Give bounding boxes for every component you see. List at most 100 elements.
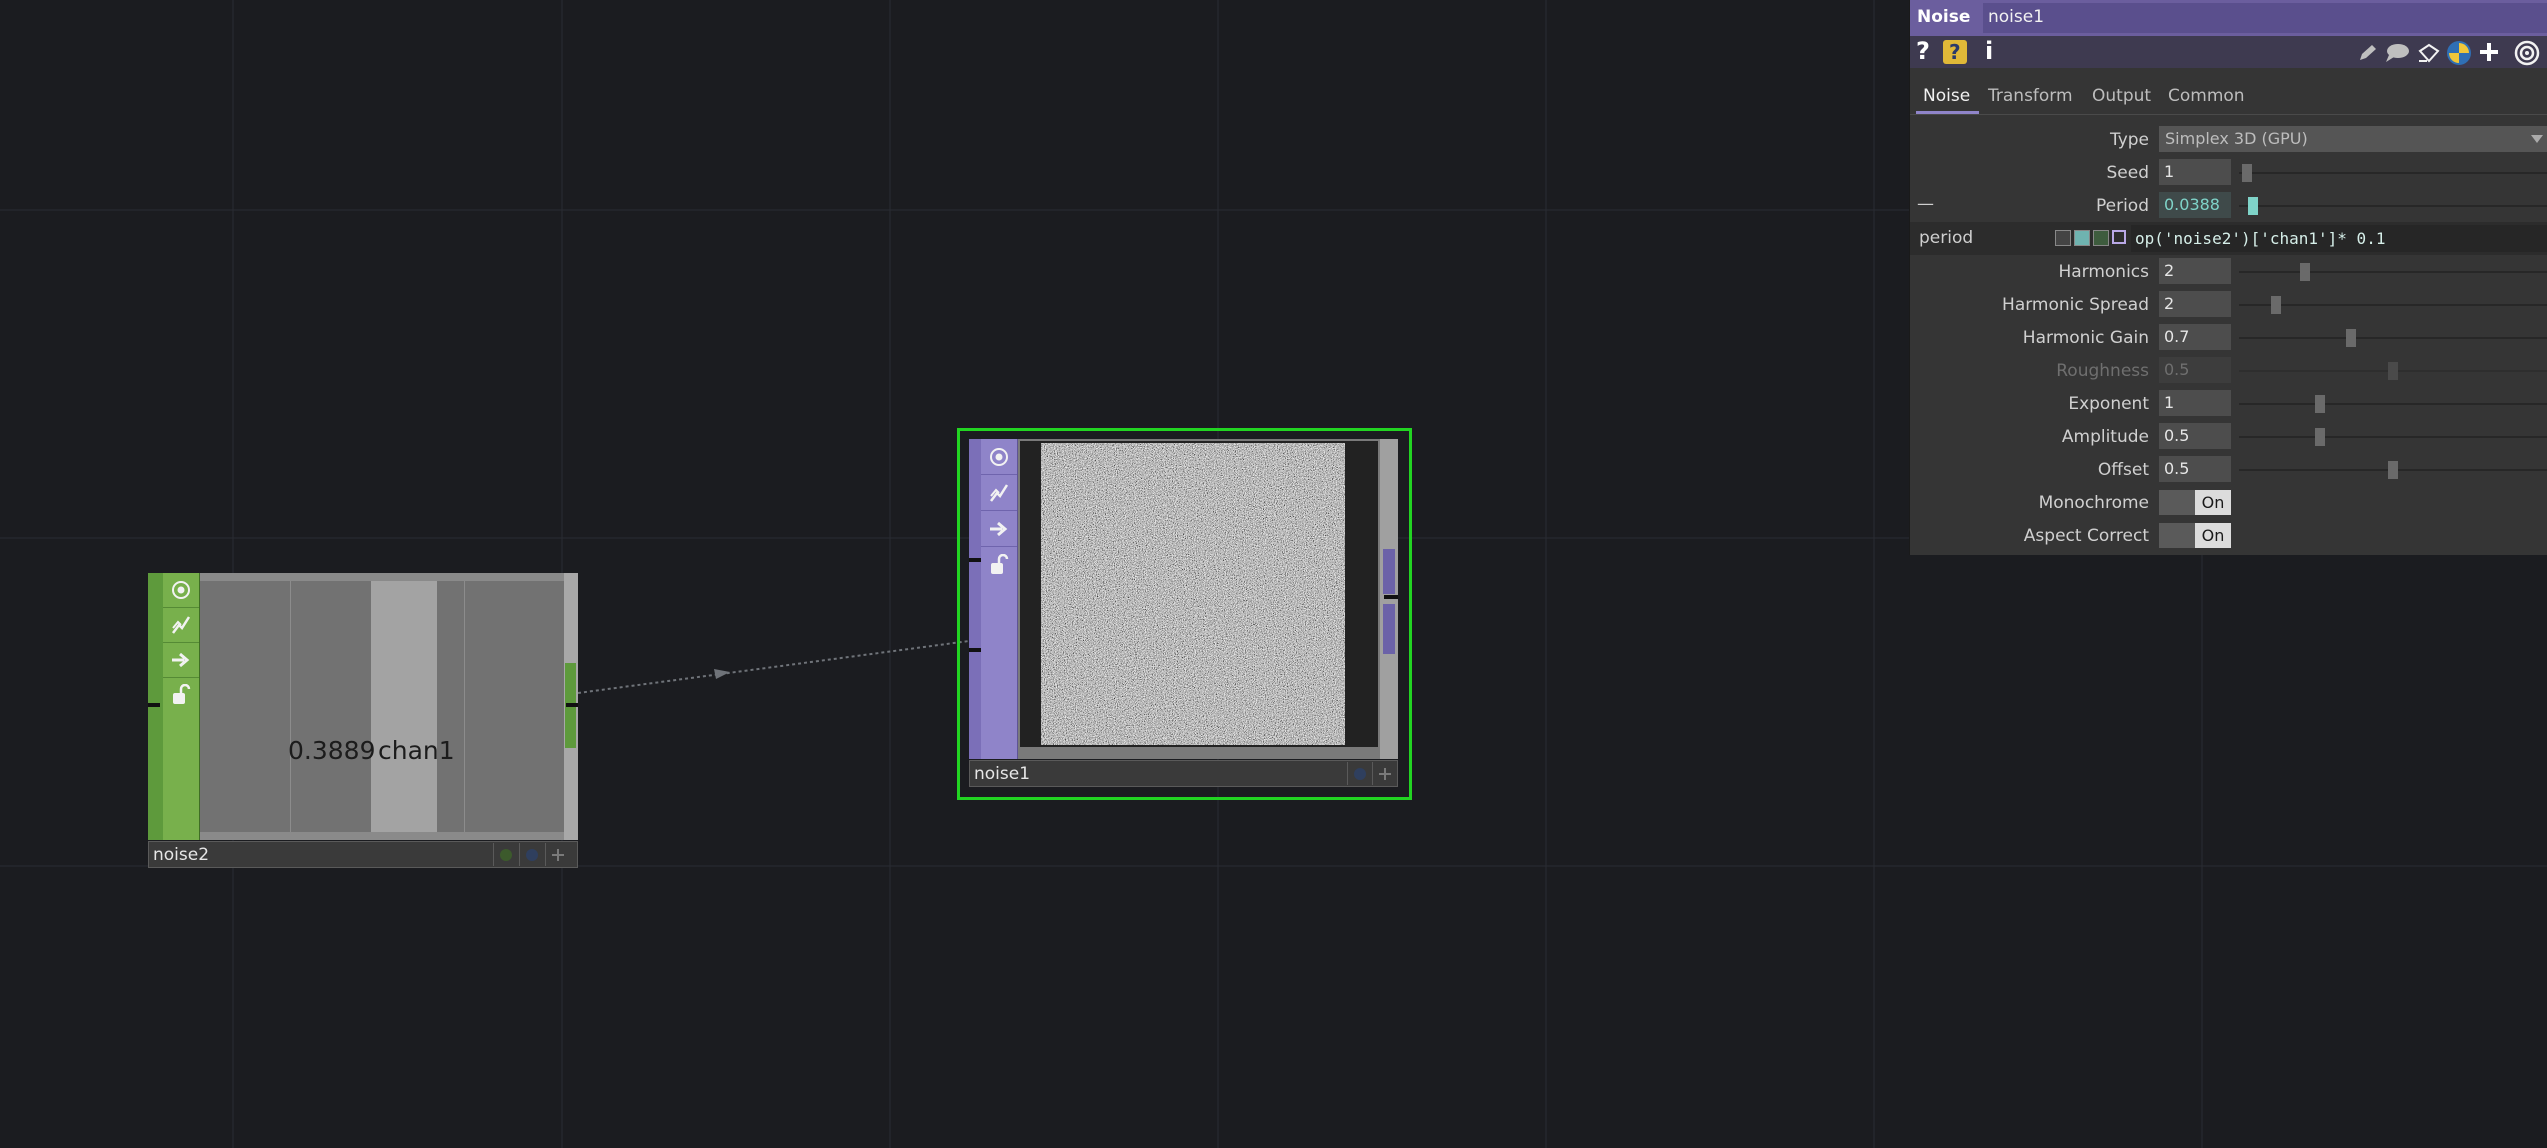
exponent-slider-track[interactable]	[2239, 403, 2547, 405]
param-type: Type Simplex 3D (GPU)	[1910, 123, 2547, 156]
monochrome-toggle[interactable]: On	[2159, 490, 2231, 515]
render-flag-icon[interactable]	[1372, 762, 1397, 785]
tab-transform[interactable]: Transform	[1988, 86, 2073, 106]
param-label: Period	[2095, 196, 2149, 216]
comment-icon[interactable]	[2384, 43, 2410, 63]
node-name[interactable]: noise1	[974, 764, 1030, 784]
output-strip	[1380, 439, 1398, 759]
operator-type: Noise	[1917, 7, 1971, 27]
highlight-band	[371, 581, 437, 832]
lock-icon[interactable]	[163, 678, 199, 712]
python-help-icon[interactable]: ?	[1943, 40, 1967, 64]
noise-image	[1041, 443, 1345, 745]
target-icon[interactable]	[2514, 40, 2540, 66]
help-icon[interactable]: ?	[1916, 37, 1930, 65]
harmonic-spread-slider-track[interactable]	[2239, 304, 2547, 306]
tab-noise[interactable]: Noise	[1923, 86, 1970, 106]
operator-name: noise1	[1988, 7, 2045, 27]
display-icon[interactable]	[519, 843, 544, 866]
harmonic-gain-slider-track[interactable]	[2239, 337, 2547, 339]
harmonic-gain-field[interactable]: 0.7	[2159, 324, 2231, 350]
expression-field[interactable]: op('noise2')['chan1']* 0.1	[2131, 225, 2547, 252]
display-icon[interactable]	[1347, 762, 1372, 785]
clone-icon[interactable]	[2417, 42, 2441, 64]
node-flags	[981, 439, 1018, 759]
harmonics-slider-track[interactable]	[2239, 271, 2547, 273]
amplitude-slider-track[interactable]	[2239, 436, 2547, 438]
cook-icon[interactable]	[163, 608, 199, 643]
collapse-expression-icon[interactable]: —	[1917, 194, 1934, 214]
mode-expression-icon[interactable]	[2074, 230, 2090, 246]
expression-text: op('noise2')['chan1']* 0.1	[2135, 229, 2386, 248]
lock-icon[interactable]	[981, 547, 1017, 582]
harmonics-field[interactable]: 2	[2159, 258, 2231, 284]
offset-slider-handle[interactable]	[2388, 461, 2398, 479]
period-field[interactable]: 0.0388	[2159, 192, 2231, 218]
param-period: — Period 0.0388	[1910, 189, 2547, 222]
bypass-icon[interactable]	[493, 843, 518, 866]
param-label: Amplitude	[2061, 427, 2149, 447]
param-harmonic-gain: Harmonic Gain 0.7	[1910, 321, 2547, 354]
exponent-slider-handle[interactable]	[2315, 395, 2325, 413]
param-exponent: Exponent 1	[1910, 387, 2547, 420]
harmonic-spread-slider-handle[interactable]	[2271, 296, 2281, 314]
harmonic-gain-slider-handle[interactable]	[2346, 329, 2356, 347]
output-connector[interactable]	[566, 703, 578, 707]
render-flag-icon[interactable]	[545, 843, 570, 866]
viewer-icon[interactable]	[163, 573, 199, 608]
export-arrow-icon[interactable]	[981, 511, 1017, 547]
grid-line	[290, 581, 291, 832]
amplitude-slider-handle[interactable]	[2315, 428, 2325, 446]
chop-value: 0.3889	[288, 736, 376, 765]
param-harmonic-spread: Harmonic Spread 2	[1910, 288, 2547, 321]
param-label: Aspect Correct	[2023, 526, 2149, 546]
viewer-icon[interactable]	[981, 439, 1017, 475]
param-label: Offset	[2097, 460, 2149, 480]
node-flags	[163, 573, 200, 840]
period-slider-track[interactable]	[2239, 205, 2547, 207]
type-menu[interactable]: Simplex 3D (GPU)	[2159, 126, 2547, 152]
panel-title-bar: Noise noise1	[1910, 0, 2547, 36]
exponent-field[interactable]: 1	[2159, 390, 2231, 416]
amplitude-field[interactable]: 0.5	[2159, 423, 2231, 449]
node-footer: noise1	[969, 760, 1398, 787]
tab-output[interactable]: Output	[2092, 86, 2151, 106]
input-connector[interactable]	[148, 703, 160, 707]
expression-param-name: period	[1919, 228, 1974, 248]
param-monochrome: Monochrome On	[1910, 486, 2547, 519]
seed-slider-track[interactable]	[2239, 172, 2547, 174]
param-harmonics: Harmonics 2	[1910, 255, 2547, 288]
seed-field[interactable]: 1	[2159, 159, 2231, 185]
parameter-tabs: Noise Transform Output Common	[1910, 78, 2547, 115]
node-name[interactable]: noise2	[153, 845, 209, 865]
noise2-node[interactable]: 0.3889 chan1 noise2	[148, 573, 578, 868]
mode-bind-icon[interactable]	[2112, 230, 2126, 244]
operator-name-field[interactable]: noise1	[1983, 3, 2547, 33]
cook-icon[interactable]	[981, 475, 1017, 511]
tab-common[interactable]: Common	[2168, 86, 2245, 106]
mode-constant-icon[interactable]	[2055, 230, 2071, 246]
input-connector[interactable]	[969, 558, 981, 562]
export-arrow-icon[interactable]	[163, 643, 199, 678]
param-seed: Seed 1	[1910, 156, 2547, 189]
param-offset: Offset 0.5	[1910, 453, 2547, 486]
noise1-node[interactable]: noise1	[957, 428, 1412, 800]
param-label: Type	[2109, 130, 2149, 150]
top-viewer[interactable]	[1018, 439, 1380, 759]
input-connector-2[interactable]	[969, 648, 981, 652]
offset-field[interactable]: 0.5	[2159, 456, 2231, 482]
mode-export-icon[interactable]	[2093, 230, 2109, 246]
python-icon[interactable]	[2446, 40, 2472, 66]
aspect-correct-toggle[interactable]: On	[2159, 523, 2231, 548]
harmonic-spread-field[interactable]: 2	[2159, 291, 2231, 317]
add-icon[interactable]	[2478, 41, 2500, 63]
period-slider-handle[interactable]	[2248, 197, 2258, 215]
seed-slider-handle[interactable]	[2242, 164, 2252, 182]
type-value: Simplex 3D (GPU)	[2165, 129, 2308, 148]
edit-icon[interactable]	[2357, 43, 2379, 63]
chop-viewer[interactable]: 0.3889 chan1	[200, 573, 564, 840]
info-icon[interactable]: i	[1985, 37, 1993, 65]
output-connector[interactable]	[1384, 595, 1398, 599]
param-label: Harmonic Gain	[2022, 328, 2149, 348]
harmonics-slider-handle[interactable]	[2300, 263, 2310, 281]
